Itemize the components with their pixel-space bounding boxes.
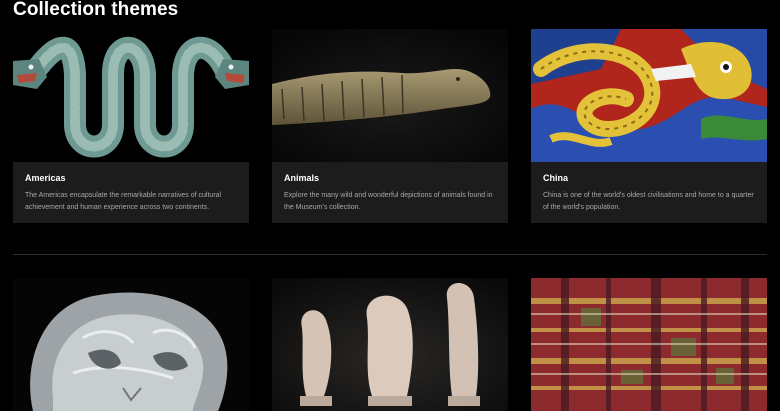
card-title[interactable]: Animals [284, 173, 496, 183]
card-image-serpent[interactable] [13, 29, 249, 162]
card-americas[interactable]: Americas The Americas encapsulate the re… [13, 29, 249, 223]
card-description: The Americas encapsulate the remarkable … [25, 192, 222, 211]
card-image-dragon[interactable] [531, 29, 767, 162]
section-divider [13, 254, 767, 255]
card-textile[interactable] [531, 278, 767, 411]
card-animals[interactable]: Animals Explore the many wild and wonder… [272, 29, 508, 223]
card-description: China is one of the world's oldest civil… [543, 192, 754, 211]
section-heading: Collection themes [13, 0, 179, 20]
card-title[interactable]: China [543, 173, 755, 183]
card-crystal-skull[interactable] [13, 278, 249, 411]
card-image-crocodile[interactable] [272, 29, 508, 162]
card-description: Explore the many wild and wonderful depi… [284, 192, 493, 211]
card-image-figurines[interactable] [272, 278, 508, 411]
card-image-textile[interactable] [531, 278, 767, 411]
card-china[interactable]: China China is one of the world's oldest… [531, 29, 767, 223]
card-title[interactable]: Americas [25, 173, 237, 183]
card-figurines[interactable] [272, 278, 508, 411]
card-image-crystal-skull[interactable] [13, 278, 249, 411]
